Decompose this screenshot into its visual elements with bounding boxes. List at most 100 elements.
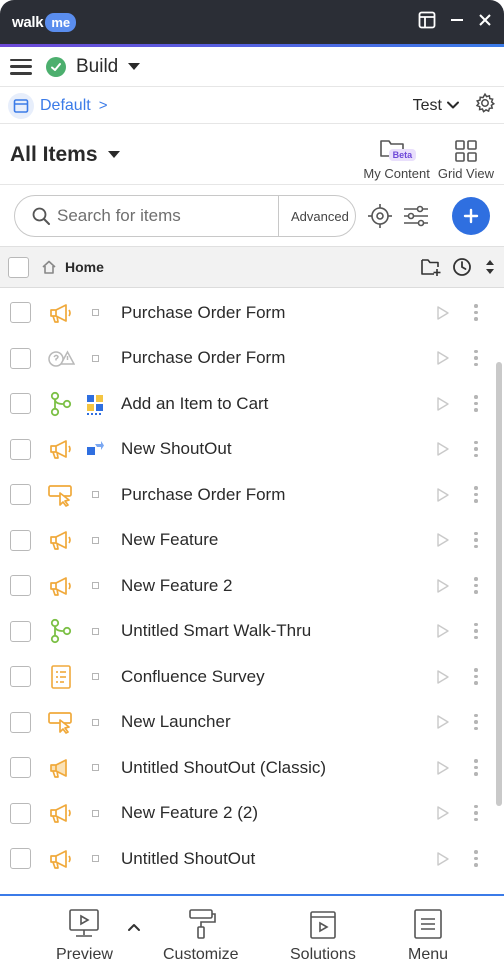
more-options-icon[interactable] [468, 395, 484, 412]
list-item[interactable]: Untitled ShoutOut (Classic) [0, 745, 494, 790]
environment-select-label[interactable]: Test [413, 97, 442, 115]
item-name[interactable]: Purchase Order Form [121, 303, 432, 323]
item-checkbox[interactable] [10, 575, 31, 596]
megaphone-icon [47, 526, 75, 554]
customize-button[interactable]: Customize [163, 908, 239, 964]
filter-sliders-icon[interactable] [402, 204, 430, 228]
layout-toggle-icon[interactable] [418, 11, 436, 34]
item-checkbox[interactable] [10, 620, 31, 642]
list-item[interactable]: Purchase Order Form [0, 472, 494, 517]
environment-bar: Default > Test [0, 88, 504, 124]
play-icon[interactable] [432, 487, 454, 503]
new-folder-icon[interactable] [420, 257, 442, 277]
item-name[interactable]: Untitled ShoutOut [121, 849, 432, 869]
item-checkbox[interactable] [10, 711, 31, 733]
menu-button[interactable]: Menu [408, 908, 448, 964]
more-options-icon[interactable] [468, 622, 484, 640]
status-square-icon [85, 849, 105, 869]
play-icon[interactable] [432, 396, 454, 412]
chevron-down-icon[interactable] [446, 97, 460, 115]
list-scrollbar[interactable] [496, 362, 502, 806]
items-filter-caret-icon[interactable] [107, 151, 120, 158]
caret-down-icon[interactable] [128, 63, 141, 70]
play-icon[interactable] [432, 851, 454, 867]
hamburger-menu-icon[interactable] [10, 58, 32, 75]
play-icon[interactable] [432, 305, 454, 321]
more-options-icon[interactable] [468, 668, 484, 685]
system-name-link[interactable]: Default [40, 97, 91, 115]
close-icon[interactable] [478, 13, 492, 32]
item-name[interactable]: Add an Item to Cart [121, 394, 432, 414]
more-options-icon[interactable] [468, 304, 484, 321]
list-item[interactable]: New ShoutOut [0, 427, 494, 472]
play-icon[interactable] [432, 623, 454, 639]
solutions-button[interactable]: Solutions [290, 908, 356, 964]
grid-view-button[interactable]: Grid View [438, 139, 494, 181]
play-icon[interactable] [432, 669, 454, 685]
item-name[interactable]: Purchase Order Form [121, 348, 432, 368]
more-options-icon[interactable] [468, 486, 484, 503]
item-checkbox[interactable] [10, 438, 31, 460]
item-name[interactable]: New Feature 2 [121, 576, 432, 596]
list-item[interactable]: New Feature 2 (2) [0, 791, 494, 836]
item-checkbox[interactable] [10, 484, 31, 505]
folder-breadcrumb-home[interactable]: Home [65, 259, 104, 275]
play-icon[interactable] [432, 714, 454, 730]
search-row: Advanced [0, 186, 504, 246]
list-item[interactable]: Purchase Order Form [0, 290, 494, 335]
play-icon[interactable] [432, 532, 454, 548]
more-options-icon[interactable] [468, 349, 484, 367]
list-item[interactable]: New Feature [0, 518, 494, 563]
select-all-checkbox[interactable] [8, 256, 29, 278]
clock-icon[interactable] [452, 257, 472, 277]
list-item[interactable]: New Launcher [0, 700, 494, 745]
item-checkbox[interactable] [10, 848, 31, 869]
target-icon[interactable] [366, 202, 394, 230]
minimize-icon[interactable] [450, 13, 464, 32]
list-item[interactable]: Untitled Smart Walk-Thru [0, 609, 494, 654]
more-options-icon[interactable] [468, 850, 484, 867]
play-icon[interactable] [432, 578, 454, 594]
preview-button[interactable]: Preview [56, 908, 113, 964]
list-item[interactable]: Confluence Survey [0, 654, 494, 699]
item-name[interactable]: New ShoutOut [121, 439, 432, 459]
item-checkbox[interactable] [10, 666, 31, 687]
mode-select-label[interactable]: Build [76, 56, 118, 78]
walkthru-icon [47, 390, 75, 418]
more-options-icon[interactable] [468, 577, 484, 594]
item-name[interactable]: New Launcher [121, 712, 432, 732]
more-options-icon[interactable] [468, 440, 484, 458]
list-item[interactable]: New Feature 2 [0, 563, 494, 608]
my-content-button[interactable]: Beta My Content [363, 137, 430, 181]
gear-icon[interactable] [474, 92, 496, 119]
items-filter-title[interactable]: All Items [10, 143, 98, 167]
advanced-search-button[interactable]: Advanced [278, 196, 355, 236]
play-icon[interactable] [432, 350, 454, 366]
chevron-up-icon[interactable] [127, 922, 141, 932]
more-options-icon[interactable] [468, 759, 484, 776]
more-options-icon[interactable] [468, 531, 484, 549]
play-icon[interactable] [432, 441, 454, 457]
list-item[interactable]: Untitled ShoutOut [0, 836, 494, 881]
item-name[interactable]: New Feature [121, 530, 432, 550]
item-checkbox[interactable] [10, 393, 31, 414]
item-name[interactable]: Confluence Survey [121, 667, 432, 687]
item-checkbox[interactable] [10, 347, 31, 369]
item-checkbox[interactable] [10, 302, 31, 323]
list-item[interactable]: Purchase Order Form [0, 336, 494, 381]
play-icon[interactable] [432, 805, 454, 821]
list-item[interactable]: Add an Item to Cart [0, 381, 494, 426]
item-checkbox[interactable] [10, 529, 31, 551]
play-icon[interactable] [432, 760, 454, 776]
item-checkbox[interactable] [10, 757, 31, 778]
item-name[interactable]: New Feature 2 (2) [121, 803, 432, 823]
item-name[interactable]: Untitled ShoutOut (Classic) [121, 758, 432, 778]
item-checkbox[interactable] [10, 802, 31, 824]
more-options-icon[interactable] [468, 713, 484, 731]
more-options-icon[interactable] [468, 804, 484, 822]
add-item-button[interactable] [452, 197, 490, 235]
item-name[interactable]: Purchase Order Form [121, 485, 432, 505]
search-input[interactable] [51, 196, 278, 236]
sort-icon[interactable] [484, 258, 496, 276]
item-name[interactable]: Untitled Smart Walk-Thru [121, 621, 432, 641]
